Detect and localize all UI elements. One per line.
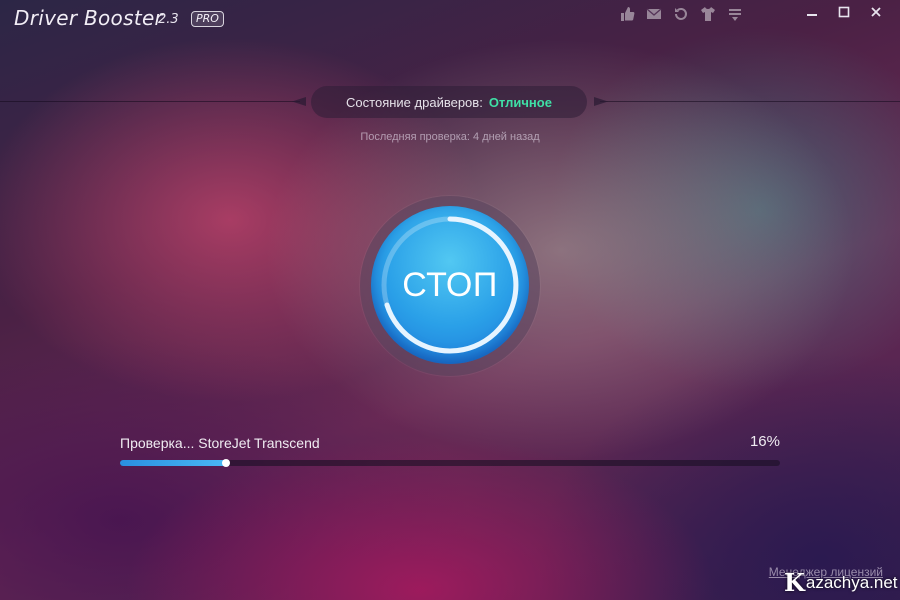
progress-knob [221,459,230,467]
thumbs-up-icon[interactable] [617,4,637,24]
progress-bar [120,459,780,467]
pro-badge: PRO [191,11,224,27]
scan-status-text: Проверка... StoreJet Transcend [120,435,320,451]
divider-cap-right [594,97,608,106]
last-check-text: Последняя проверка: 4 дней назад [360,131,540,143]
maximize-icon [838,6,850,18]
minimize-icon [807,14,817,16]
app-title: Driver Booster [14,6,164,30]
mail-icon[interactable] [644,4,664,24]
shirt-icon[interactable] [698,4,718,24]
toolbar-icons [617,4,745,24]
scan-percent: 16% [749,433,780,450]
close-icon [871,7,881,17]
watermark-text: azachya.net [805,572,898,592]
app-window: Driver Booster 2.3 PRO Состояние драйвер… [0,0,900,600]
progress-fill [120,460,226,466]
window-controls [796,0,892,24]
divider-right [600,101,900,102]
driver-status-value: Отличное [488,94,552,110]
watermark-k-logo: K [784,568,805,597]
driver-status: Состояние драйверов: Отличное [311,86,587,118]
maximize-button[interactable] [828,0,860,24]
close-button[interactable] [860,0,892,24]
stop-button[interactable] [371,206,529,364]
minimize-button[interactable] [796,0,828,24]
divider-cap-left [292,97,306,106]
title-bar: Driver Booster 2.3 PRO [0,0,900,34]
watermark: K azachya.net [784,568,898,597]
app-version: 2.3 [158,12,179,27]
menu-icon[interactable] [725,4,745,24]
restore-icon[interactable] [671,4,691,24]
driver-status-label: Состояние драйверов: [346,94,483,110]
divider-left [0,101,300,102]
